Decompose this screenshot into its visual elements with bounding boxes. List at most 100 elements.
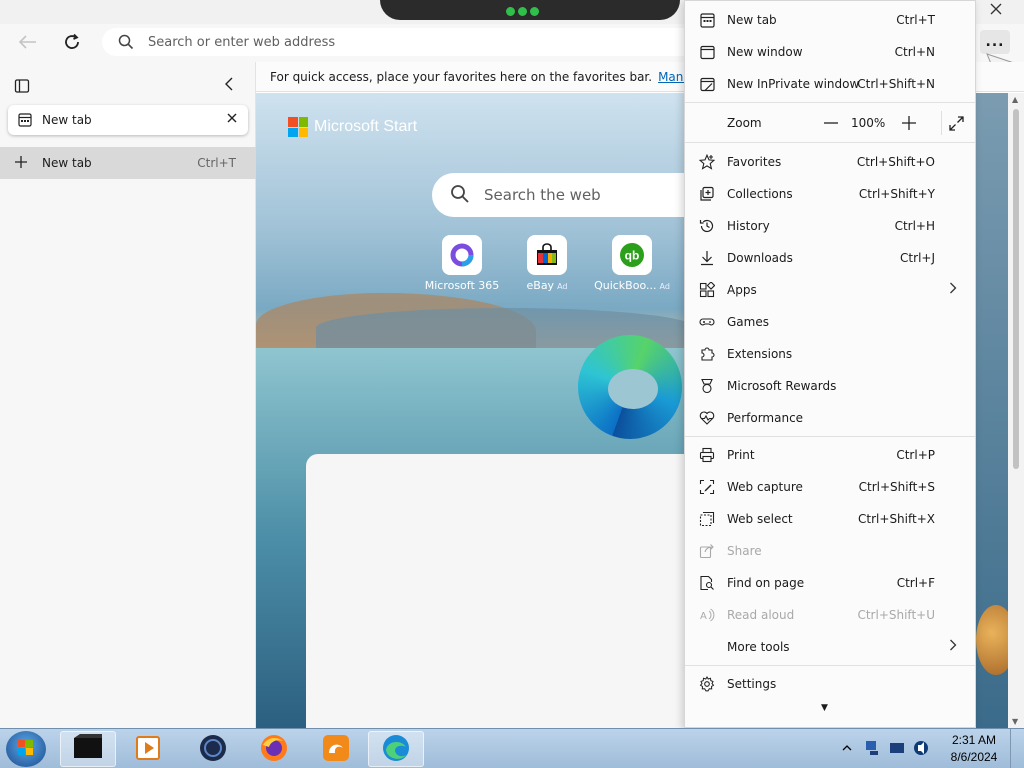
edge-icon bbox=[381, 733, 411, 766]
menu-item-downloads[interactable]: Downloads Ctrl+J bbox=[685, 244, 975, 272]
menu-item-collections[interactable]: Collections Ctrl+Shift+Y bbox=[685, 180, 975, 208]
tab-title: New tab bbox=[42, 113, 92, 127]
microsoft-start-logo[interactable]: Microsoft Start bbox=[288, 117, 417, 137]
new-tab-label: New tab bbox=[42, 156, 92, 170]
read-aloud-icon: A bbox=[699, 607, 715, 623]
web-capture-icon bbox=[699, 479, 715, 495]
svg-text:A: A bbox=[700, 611, 707, 622]
new-tab-button[interactable]: New tab Ctrl+T bbox=[0, 147, 256, 179]
menu-item-find-on-page[interactable]: Find on page Ctrl+F bbox=[685, 569, 975, 597]
zoom-row: Zoom 100% bbox=[685, 107, 975, 139]
menu-item-share[interactable]: Share bbox=[685, 537, 975, 565]
menu-item-history[interactable]: History Ctrl+H bbox=[685, 212, 975, 240]
taskbar-app-terminal[interactable] bbox=[60, 731, 116, 767]
search-icon bbox=[118, 34, 136, 50]
menu-item-favorites[interactable]: Favorites Ctrl+Shift+O bbox=[685, 148, 975, 176]
taskbar-app-uc-browser[interactable] bbox=[308, 731, 364, 767]
new-tab-shortcut: Ctrl+T bbox=[197, 156, 236, 170]
menu-divider bbox=[685, 102, 975, 103]
plus-icon bbox=[14, 153, 34, 174]
show-desktop-button[interactable] bbox=[1010, 729, 1024, 768]
taskbar-app-media-player[interactable] bbox=[120, 731, 176, 767]
settings-and-more-menu: New tab Ctrl+T New window Ctrl+N New InP… bbox=[684, 0, 976, 728]
menu-item-print[interactable]: Print Ctrl+P bbox=[685, 441, 975, 469]
gear-icon bbox=[699, 676, 715, 692]
scroll-up-arrow-icon[interactable]: ▲ bbox=[1012, 95, 1018, 104]
menu-item-microsoft-rewards[interactable]: Microsoft Rewards bbox=[685, 372, 975, 400]
zoom-out-button[interactable] bbox=[819, 111, 843, 135]
more-tools-icon bbox=[699, 639, 715, 655]
menu-item-apps[interactable]: Apps bbox=[685, 276, 975, 304]
close-tab-icon[interactable] bbox=[226, 112, 238, 128]
volume-icon[interactable] bbox=[888, 739, 906, 760]
window-close-button[interactable] bbox=[976, 0, 1016, 18]
menu-item-new-tab[interactable]: New tab Ctrl+T bbox=[685, 6, 975, 34]
address-input[interactable] bbox=[148, 34, 668, 50]
taskbar-app-dark-circle[interactable] bbox=[185, 731, 241, 767]
system-tray bbox=[842, 731, 942, 767]
share-icon bbox=[699, 543, 715, 559]
system-clock[interactable]: 2:31 AM 8/6/2024 bbox=[944, 732, 1004, 766]
menu-item-new-inprivate-window[interactable]: New InPrivate window Ctrl+Shift+N bbox=[685, 70, 975, 98]
menu-item-read-aloud[interactable]: A Read aloud Ctrl+Shift+U bbox=[685, 601, 975, 629]
speaker-icon[interactable] bbox=[912, 739, 930, 760]
favorites-bar-message: For quick access, place your favorites h… bbox=[270, 69, 653, 84]
menu-scroll-down-icon[interactable]: ▼ bbox=[821, 703, 828, 713]
refresh-button[interactable] bbox=[58, 29, 86, 55]
puzzle-icon bbox=[699, 346, 715, 362]
scrollbar-thumb[interactable] bbox=[1013, 109, 1019, 469]
zoom-label: Zoom bbox=[727, 116, 762, 130]
address-bar[interactable] bbox=[102, 28, 702, 56]
quick-link-quickbooks[interactable]: qb QuickBoo... Ad bbox=[592, 235, 672, 292]
full-screen-button[interactable] bbox=[941, 111, 965, 135]
status-dot bbox=[530, 7, 539, 16]
search-icon bbox=[450, 184, 470, 207]
ad-badge: Ad bbox=[659, 282, 670, 291]
history-icon bbox=[699, 218, 715, 234]
show-hidden-icons-icon[interactable] bbox=[842, 742, 852, 756]
tab-actions-row bbox=[0, 70, 256, 100]
svg-text:qb: qb bbox=[625, 249, 640, 263]
taskbar-app-firefox[interactable] bbox=[246, 731, 302, 767]
microsoft-start-label: Microsoft Start bbox=[314, 118, 418, 135]
tab-item[interactable]: New tab bbox=[8, 105, 248, 135]
collections-icon bbox=[699, 186, 715, 202]
taskbar-app-edge[interactable] bbox=[368, 731, 424, 767]
menu-item-more-tools[interactable]: More tools bbox=[685, 633, 975, 661]
quick-link-ebay[interactable]: eBay Ad bbox=[507, 235, 587, 292]
menu-item-games[interactable]: Games bbox=[685, 308, 975, 336]
vertical-scrollbar[interactable]: ▲ ▼ bbox=[1008, 93, 1024, 728]
status-dot bbox=[506, 7, 515, 16]
window-notch bbox=[380, 0, 680, 20]
games-icon bbox=[699, 314, 715, 330]
settings-and-more-button[interactable]: ... bbox=[980, 30, 1010, 54]
menu-item-web-capture[interactable]: Web capture Ctrl+Shift+S bbox=[685, 473, 975, 501]
collapse-pane-icon[interactable] bbox=[222, 76, 238, 95]
vertical-tabs-pane: New tab New tab Ctrl+T bbox=[0, 62, 256, 728]
menu-item-settings[interactable]: Settings bbox=[685, 670, 975, 698]
star-icon bbox=[699, 154, 715, 170]
menu-divider bbox=[685, 436, 975, 437]
heartbeat-icon bbox=[699, 410, 715, 426]
menu-item-extensions[interactable]: Extensions bbox=[685, 340, 975, 368]
menu-item-new-window[interactable]: New window Ctrl+N bbox=[685, 38, 975, 66]
microsoft-logo-icon bbox=[288, 117, 308, 137]
menu-divider bbox=[685, 665, 975, 666]
start-button[interactable] bbox=[6, 731, 46, 767]
back-button[interactable] bbox=[14, 29, 42, 55]
menu-item-web-select[interactable]: Web select Ctrl+Shift+X bbox=[685, 505, 975, 533]
chevron-right-icon bbox=[949, 639, 957, 655]
news-feed-card bbox=[306, 454, 706, 728]
rewards-icon bbox=[699, 378, 715, 394]
media-player-icon bbox=[134, 734, 162, 765]
scroll-down-arrow-icon[interactable]: ▼ bbox=[1012, 717, 1018, 726]
menu-item-performance[interactable]: Performance bbox=[685, 404, 975, 432]
terminal-icon bbox=[72, 733, 104, 765]
clock-time: 2:31 AM bbox=[951, 733, 997, 747]
tab-actions-menu-icon[interactable] bbox=[14, 78, 30, 97]
network-icon[interactable] bbox=[864, 739, 882, 760]
zoom-level: 100% bbox=[851, 116, 886, 130]
quick-link-microsoft-365[interactable]: Microsoft 365 bbox=[422, 235, 502, 292]
zoom-in-button[interactable] bbox=[897, 111, 921, 135]
status-dot bbox=[518, 7, 527, 16]
